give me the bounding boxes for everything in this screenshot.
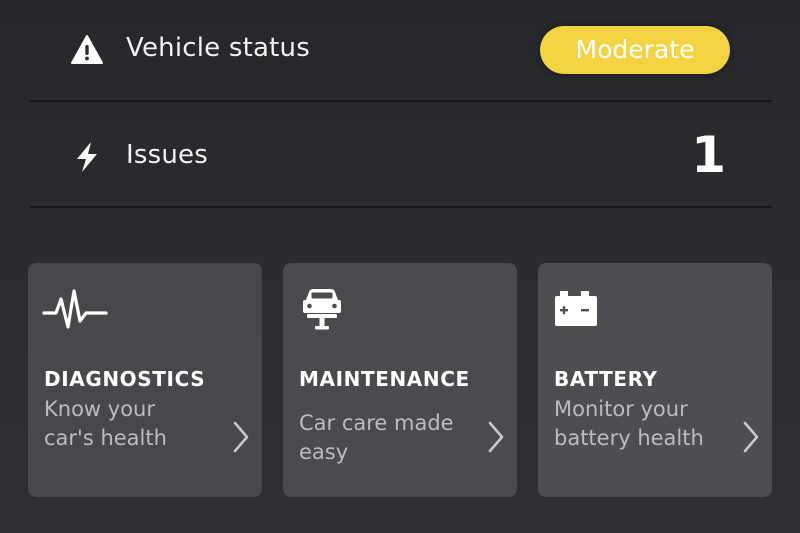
chevron-right-icon <box>743 421 759 453</box>
card-description: Monitor your battery health <box>554 397 704 450</box>
warning-icon <box>71 35 103 64</box>
card-title: BATTERY <box>554 367 658 391</box>
card-title: DIAGNOSTICS <box>44 367 206 391</box>
issues-label: Issues <box>126 140 208 170</box>
battery-card[interactable]: BATTERY Monitor your battery health <box>538 263 772 497</box>
chevron-right-icon <box>488 421 504 453</box>
heartbeat-icon <box>42 289 108 329</box>
card-title: MAINTENANCE <box>299 367 470 391</box>
issues-count: 1 <box>691 126 726 184</box>
maintenance-card[interactable]: MAINTENANCE Car care made easy <box>283 263 517 497</box>
card-description: Know your car's health <box>44 397 167 450</box>
vehicle-status-label: Vehicle status <box>126 33 310 63</box>
card-description: Car care made easy <box>299 411 454 464</box>
battery-icon <box>555 291 597 326</box>
car-lift-icon <box>303 289 341 330</box>
status-badge: Moderate <box>540 26 730 74</box>
vehicle-status-row[interactable]: Vehicle status Moderate <box>30 0 772 102</box>
feature-cards: DIAGNOSTICS Know your car's health MAINT… <box>28 263 772 497</box>
chevron-right-icon <box>233 421 249 453</box>
diagnostics-card[interactable]: DIAGNOSTICS Know your car's health <box>28 263 262 497</box>
issues-row[interactable]: Issues 1 <box>30 102 772 208</box>
lightning-icon <box>77 142 97 172</box>
